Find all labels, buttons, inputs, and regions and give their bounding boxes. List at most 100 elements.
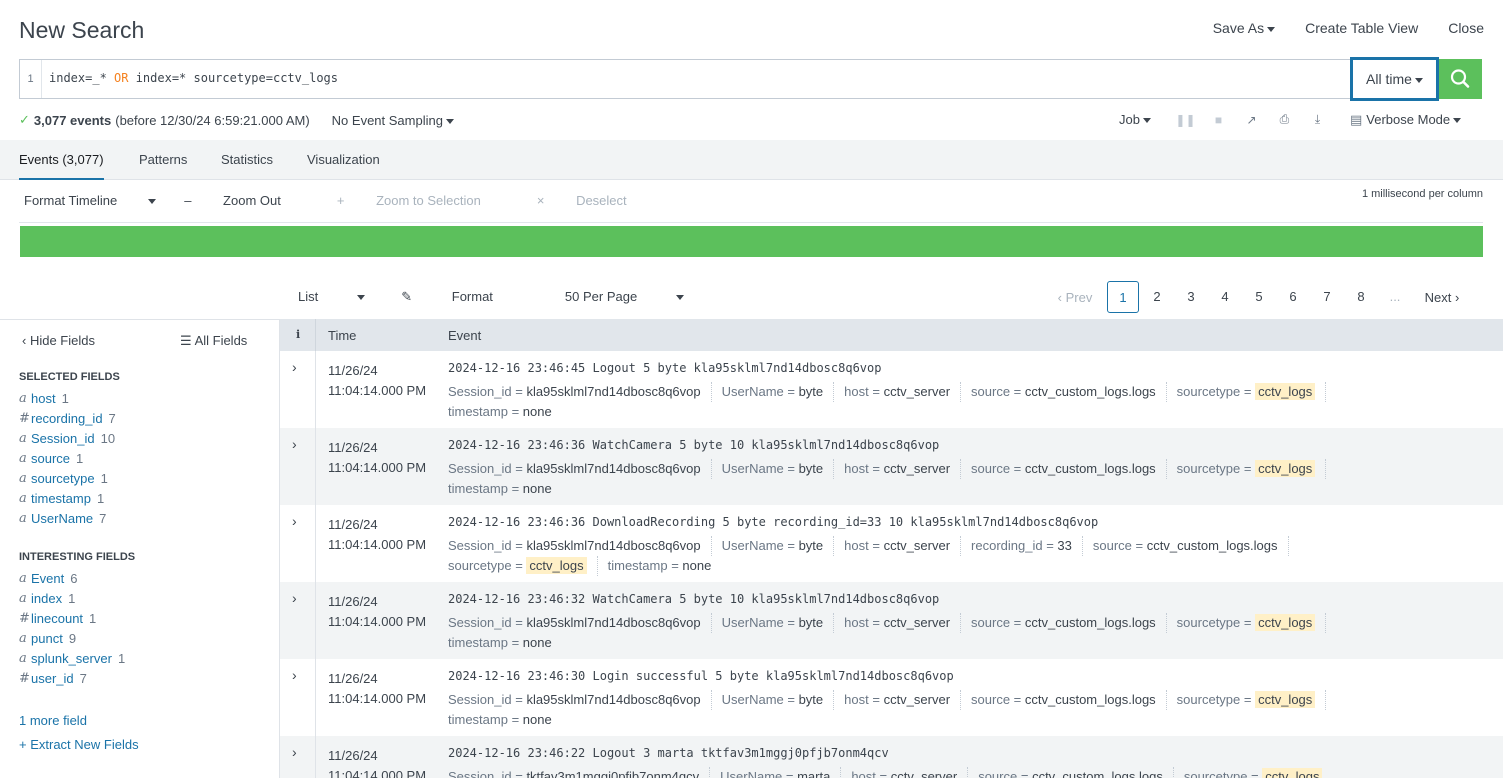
field-value[interactable]: cctv_server — [884, 461, 950, 476]
event-field[interactable]: Session_id = kla95sklml7nd14dbosc8q6vop — [448, 459, 712, 479]
event-field[interactable]: timestamp = none — [448, 633, 562, 653]
event-time[interactable]: 11/26/24 11:04:14.000 PM — [328, 669, 426, 709]
event-field[interactable]: host = cctv_server — [844, 536, 962, 556]
field-name[interactable]: UserName — [31, 511, 93, 526]
timeline-histogram[interactable] — [20, 226, 1483, 257]
field-item[interactable]: a source 1 — [19, 451, 83, 466]
field-value[interactable]: byte — [799, 692, 824, 707]
stop-icon[interactable]: ■ — [1202, 113, 1235, 127]
field-value[interactable]: kla95sklml7nd14dbosc8q6vop — [526, 538, 700, 553]
field-value[interactable]: none — [523, 635, 552, 650]
event-field[interactable]: sourcetype = cctv_logs — [1177, 459, 1327, 479]
event-field[interactable]: UserName = byte — [722, 459, 835, 479]
field-item[interactable]: a sourcetype 1 — [19, 471, 108, 486]
field-value[interactable]: byte — [799, 461, 824, 476]
event-field[interactable]: source = cctv_custom_logs.logs — [1093, 536, 1289, 556]
tab-patterns[interactable]: Patterns — [139, 152, 187, 167]
field-item[interactable]: a Event 6 — [19, 571, 77, 586]
field-value[interactable]: cctv_server — [891, 769, 957, 778]
expand-row-icon[interactable]: › — [292, 359, 297, 375]
page-button[interactable]: 6 — [1276, 281, 1310, 313]
event-field[interactable]: source = cctv_custom_logs.logs — [971, 690, 1167, 710]
page-button[interactable]: 3 — [1174, 281, 1208, 313]
field-value[interactable]: cctv_custom_logs.logs — [1025, 384, 1156, 399]
event-field[interactable]: timestamp = none — [448, 402, 562, 422]
tab-visualization[interactable]: Visualization — [307, 152, 380, 167]
field-item[interactable]: a splunk_server 1 — [19, 651, 125, 666]
event-field[interactable]: UserName = marta — [720, 767, 842, 778]
field-name[interactable]: user_id — [31, 671, 74, 686]
create-table-view-button[interactable]: Create Table View — [1305, 20, 1418, 36]
event-field[interactable]: timestamp = none — [448, 710, 562, 730]
field-value[interactable]: cctv_logs — [1255, 614, 1316, 631]
event-time[interactable]: 11/26/24 11:04:14.000 PM — [328, 746, 426, 778]
field-value[interactable]: byte — [799, 384, 824, 399]
field-name[interactable]: punct — [31, 631, 63, 646]
format-menu[interactable]: ✎ Format — [401, 289, 529, 305]
export-icon[interactable]: ⤓ — [1301, 112, 1334, 127]
field-item[interactable]: a index 1 — [19, 591, 75, 606]
field-item[interactable]: a host 1 — [19, 391, 69, 406]
event-time[interactable]: 11/26/24 11:04:14.000 PM — [328, 592, 426, 632]
event-field[interactable]: sourcetype = cctv_logs — [1177, 613, 1327, 633]
close-button[interactable]: Close — [1448, 20, 1484, 36]
search-mode-dropdown[interactable]: ▤ Verbose Mode — [1350, 112, 1462, 128]
event-field[interactable]: Session_id = kla95sklml7nd14dbosc8q6vop — [448, 382, 712, 402]
field-name[interactable]: Event — [31, 571, 64, 586]
prev-page-button[interactable]: ‹ Prev — [1044, 290, 1106, 305]
event-field[interactable]: host = cctv_server — [844, 459, 962, 479]
info-icon[interactable]: i — [296, 328, 300, 341]
zoom-to-selection-button[interactable]: + Zoom to Selection — [337, 193, 509, 208]
event-field[interactable]: sourcetype = cctv_logs — [1184, 767, 1333, 778]
field-value[interactable]: none — [523, 481, 552, 496]
next-page-button[interactable]: Next › — [1412, 290, 1472, 305]
search-query[interactable]: index=_* OR index=* sourcetype=cctv_logs — [49, 71, 338, 85]
field-name[interactable]: timestamp — [31, 491, 91, 506]
event-field[interactable]: UserName = byte — [722, 536, 835, 556]
event-field[interactable]: sourcetype = cctv_logs — [1177, 690, 1327, 710]
field-value[interactable]: cctv_server — [884, 538, 950, 553]
extract-new-fields-link[interactable]: + Extract New Fields — [19, 737, 139, 752]
event-time[interactable]: 11/26/24 11:04:14.000 PM — [328, 361, 426, 401]
page-button[interactable]: 2 — [1140, 281, 1174, 313]
field-value[interactable]: kla95sklml7nd14dbosc8q6vop — [526, 692, 700, 707]
tab-events[interactable]: Events (3,077) — [19, 152, 104, 180]
field-value[interactable]: byte — [799, 615, 824, 630]
event-field[interactable]: source = cctv_custom_logs.logs — [971, 382, 1167, 402]
event-sampling-dropdown[interactable]: No Event Sampling — [332, 113, 454, 128]
field-value[interactable]: cctv_server — [884, 384, 950, 399]
event-field[interactable]: Session_id = kla95sklml7nd14dbosc8q6vop — [448, 690, 712, 710]
event-field[interactable]: sourcetype = cctv_logs — [1177, 382, 1327, 402]
event-field[interactable]: host = cctv_server — [844, 613, 962, 633]
field-item[interactable]: # linecount 1 — [19, 611, 96, 626]
field-value[interactable]: cctv_logs — [1255, 383, 1316, 400]
field-value[interactable]: kla95sklml7nd14dbosc8q6vop — [526, 615, 700, 630]
field-name[interactable]: sourcetype — [31, 471, 95, 486]
field-value[interactable]: cctv_logs — [1262, 768, 1323, 778]
field-name[interactable]: source — [31, 451, 70, 466]
field-name[interactable]: Session_id — [31, 431, 95, 446]
zoom-out-button[interactable]: – Zoom Out — [184, 193, 309, 208]
save-as-menu[interactable]: Save As — [1213, 20, 1276, 36]
field-name[interactable]: index — [31, 591, 62, 606]
more-fields-link[interactable]: 1 more field — [19, 713, 87, 728]
list-view-menu[interactable]: List — [298, 289, 366, 305]
field-item[interactable]: a punct 9 — [19, 631, 76, 646]
field-item[interactable]: a Session_id 10 — [19, 431, 115, 446]
field-value[interactable]: cctv_custom_logs.logs — [1032, 769, 1163, 778]
field-value[interactable]: cctv_custom_logs.logs — [1025, 692, 1156, 707]
deselect-button[interactable]: × Deselect — [537, 193, 655, 208]
pause-icon[interactable]: ❚❚ — [1169, 113, 1202, 127]
field-value[interactable]: none — [523, 712, 552, 727]
event-field[interactable]: timestamp = none — [448, 479, 562, 499]
page-button[interactable]: 4 — [1208, 281, 1242, 313]
field-name[interactable]: recording_id — [31, 411, 103, 426]
event-field[interactable]: Session_id = kla95sklml7nd14dbosc8q6vop — [448, 613, 712, 633]
event-time[interactable]: 11/26/24 11:04:14.000 PM — [328, 515, 426, 555]
field-value[interactable]: 33 — [1057, 538, 1071, 553]
search-input[interactable]: 1 index=_* OR index=* sourcetype=cctv_lo… — [19, 59, 1350, 99]
field-value[interactable]: cctv_logs — [1255, 691, 1316, 708]
field-value[interactable]: cctv_server — [884, 692, 950, 707]
event-field[interactable]: Session_id = kla95sklml7nd14dbosc8q6vop — [448, 536, 712, 556]
time-range-picker[interactable]: All time — [1350, 57, 1439, 101]
